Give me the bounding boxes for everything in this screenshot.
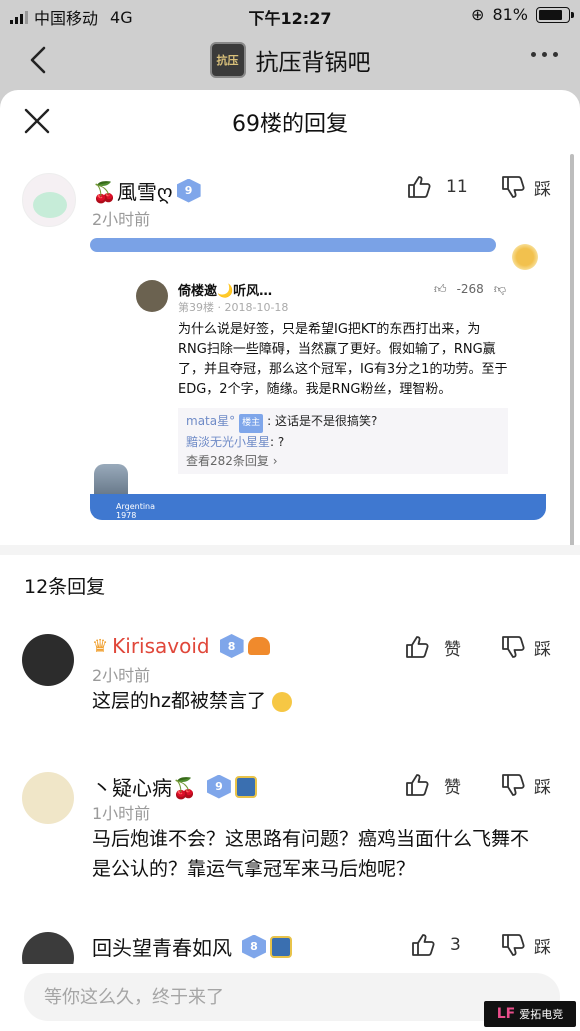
like-label: 赞	[444, 639, 461, 660]
dislike-label: 踩	[534, 639, 551, 660]
level-badge: 9	[176, 178, 201, 203]
image-top-bar	[90, 238, 496, 252]
scrollbar[interactable]	[570, 154, 574, 554]
battery-percent: 81%	[492, 5, 528, 24]
like-button[interactable]: 11	[406, 174, 468, 200]
sheet-header: 69楼的回复	[0, 90, 580, 150]
like-label: 赞	[444, 777, 461, 798]
username-row: ♛ Kirisavoid 8	[92, 634, 270, 658]
member-badge-icon	[234, 775, 257, 798]
image-op-tag: 楼主	[239, 414, 264, 433]
forum-title-group[interactable]: 抗压 抗压背锅吧	[0, 42, 580, 78]
image-reply1-text: : 这话是不是很搞笑?	[267, 414, 378, 428]
section-divider	[0, 545, 580, 555]
like-button[interactable]: 赞	[404, 772, 461, 798]
reply-text: 马后炮谁不会？这思路有问题？癌鸡当面什么飞舞不是公认的？靠运气拿冠军来马后炮呢？	[92, 828, 530, 880]
comment-input[interactable]	[24, 973, 560, 1021]
dislike-button[interactable]: 踩	[500, 634, 551, 660]
image-meta: 第39楼 · 2018-10-18	[178, 301, 289, 314]
thumbs-up-icon	[406, 636, 429, 658]
thumbs-down-icon	[502, 636, 525, 658]
image-bottom-line3: The champion	[116, 520, 173, 528]
image-bottom-line1: Argentina	[116, 502, 156, 511]
watermark-text: 爱拓电竞	[519, 1008, 564, 1021]
reply-text: 这层的hz都被禁言了	[92, 686, 542, 716]
level-badge: 9	[206, 774, 231, 799]
reply-text-content: 这层的hz都被禁言了	[92, 690, 267, 712]
avatar[interactable]	[22, 173, 76, 227]
forum-title: 抗压背锅吧	[255, 50, 371, 76]
status-right: ⊕ 81%	[471, 5, 574, 24]
level-badge: 8	[242, 934, 266, 959]
thinking-emoji-icon	[272, 691, 293, 712]
image-bottom-text: Argentina 1978 The champion	[116, 502, 173, 528]
dislike-button[interactable]: 踩	[500, 174, 551, 200]
avatar[interactable]	[22, 772, 74, 824]
avatar[interactable]	[22, 634, 74, 686]
dislike-label: 踩	[534, 937, 551, 958]
image-bottom-line2: 1978	[116, 511, 137, 520]
image-more-replies: 查看282条回复 ›	[186, 454, 278, 468]
like-count: 3	[450, 935, 461, 955]
reply-sheet: 69楼的回复 🍒風雪ღ 9 2小时前 11 踩 倚楼邀🌙听风… 第39楼 · 2…	[0, 90, 580, 1031]
image-vote: 👍︎ -268 👎︎	[434, 282, 506, 297]
reply-time: 1小时前	[92, 804, 151, 823]
like-button[interactable]: 3	[410, 932, 461, 958]
reply-time: 2小时前	[92, 666, 151, 685]
image-avatar	[136, 280, 168, 312]
thumbs-up-icon	[406, 774, 429, 796]
image-vote-count: -268	[456, 282, 484, 296]
battery-icon	[536, 6, 574, 23]
username-row: 回头望青春如风 8	[92, 932, 292, 961]
thumbs-up-icon	[408, 176, 431, 198]
dislike-button[interactable]: 踩	[500, 772, 551, 798]
crown-icon: ♛	[92, 635, 109, 657]
sheet-title: 69楼的回复	[232, 112, 348, 137]
username-row: 🍒風雪ღ 9	[92, 176, 201, 205]
orientation-lock-icon: ⊕	[471, 5, 485, 24]
dislike-button[interactable]: 踩	[500, 932, 551, 958]
username[interactable]: Kirisavoid	[112, 634, 209, 658]
dislike-label: 踩	[534, 777, 551, 798]
dislike-label: 踩	[534, 179, 551, 200]
image-reply1-user: mata星°	[186, 414, 236, 428]
watermark-logo: LF	[496, 1006, 516, 1022]
replies-count: 12条回复	[24, 576, 106, 598]
status-bar: 中国移动 4G 下午12:27 ⊕ 81%	[0, 0, 580, 30]
fan-badge-icon	[247, 637, 270, 655]
username[interactable]: 丶疑心病🍒	[92, 772, 197, 801]
image-thumbs-up-icon: 👍︎	[434, 282, 447, 296]
forum-logo: 抗压	[209, 42, 246, 78]
username[interactable]: 🍒風雪ღ	[92, 176, 173, 205]
username-row: 丶疑心病🍒 9	[92, 772, 257, 801]
app-header: 抗压 抗压背锅吧	[0, 30, 580, 90]
image-reply2-user: 黯淡无光小星星	[186, 435, 271, 449]
post-image[interactable]: 倚楼邀🌙听风… 第39楼 · 2018-10-18 👍︎ -268 👎︎ 为什么…	[90, 238, 546, 528]
image-reply2-text: : ?	[270, 435, 285, 449]
thumbs-down-icon	[502, 934, 525, 956]
thumbs-down-icon	[502, 176, 525, 198]
member-badge-icon	[270, 935, 292, 958]
post-time: 2小时前	[92, 210, 151, 229]
more-options-icon[interactable]	[531, 52, 558, 57]
image-username: 倚楼邀🌙听风…	[178, 284, 273, 299]
image-thumbs-down-icon: 👎︎	[493, 282, 506, 296]
like-button[interactable]: 赞	[404, 634, 461, 660]
thumbs-up-icon	[412, 934, 435, 956]
like-count: 11	[446, 177, 468, 197]
username[interactable]: 回头望青春如风	[92, 932, 232, 961]
thumbs-down-icon	[502, 774, 525, 796]
sun-emblem-icon	[510, 242, 540, 272]
watermark: LF 爱拓电竞	[484, 1001, 576, 1027]
image-reply-box: mata星° 楼主: 这话是不是很搞笑? 黯淡无光小星星: ? 查看282条回复 …	[178, 408, 508, 474]
level-badge: 8	[219, 634, 244, 658]
image-body-text: 为什么说是好签，只是希望IG把KT的东西打出来，为RNG扫除一些障碍，当然赢了更…	[178, 322, 508, 397]
